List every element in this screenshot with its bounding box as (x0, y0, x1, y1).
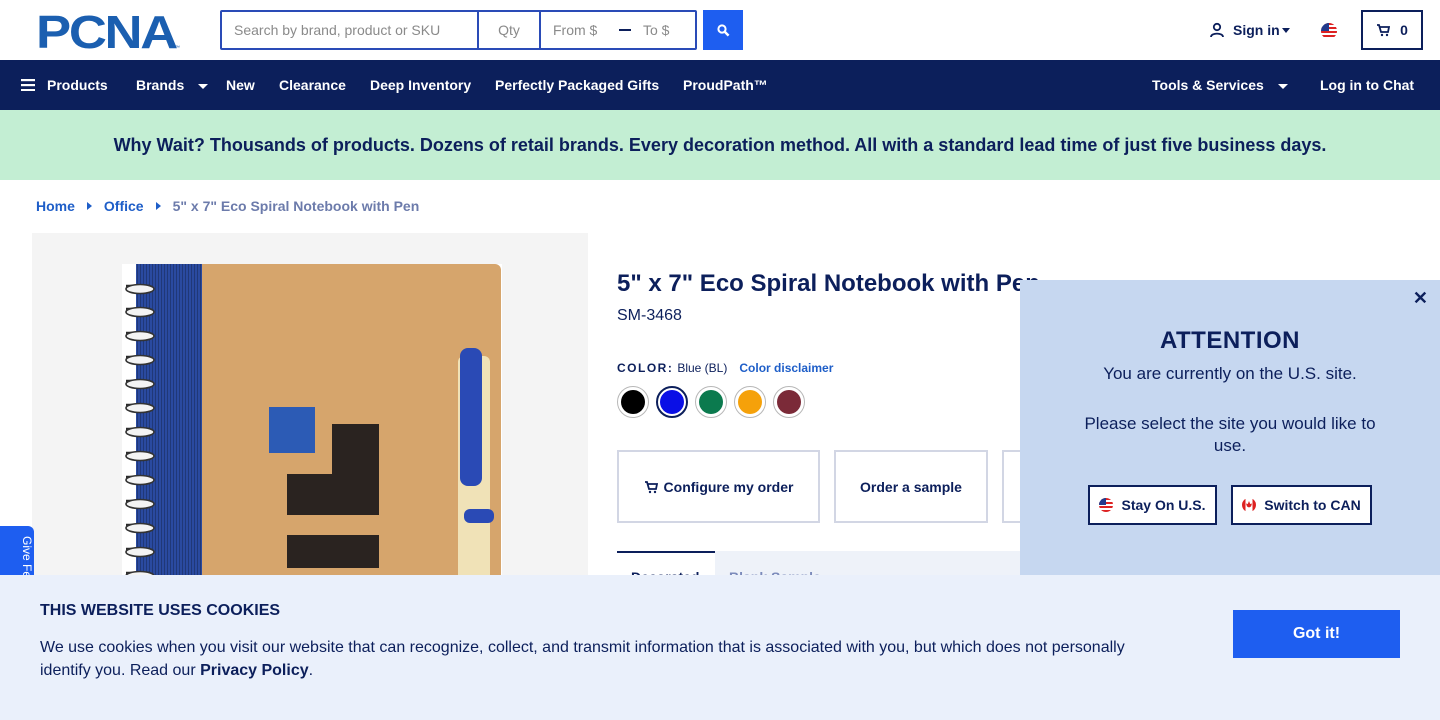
search-field-wrap (222, 12, 479, 48)
breadcrumb: Home Office 5" x 7" Eco Spiral Notebook … (36, 198, 419, 214)
price-range-separator (619, 29, 631, 31)
top-header: PCNA ™ Sign in 0 (0, 0, 1440, 60)
main-nav: Products Brands New Clearance Deep Inven… (0, 60, 1440, 110)
color-disclaimer-link[interactable]: Color disclaimer (739, 361, 833, 375)
accept-cookies-button[interactable]: Got it! (1233, 610, 1400, 658)
color-swatch-fill (660, 390, 684, 414)
configure-order-label: Configure my order (663, 478, 794, 495)
price-to-input[interactable] (643, 22, 693, 38)
user-icon (1210, 22, 1224, 38)
qty-field-wrap (479, 12, 541, 48)
order-sample-button[interactable]: Order a sample (834, 450, 988, 523)
nav-login-chat[interactable]: Log in to Chat (1320, 60, 1414, 110)
chevron-down-icon (1281, 27, 1290, 33)
search-icon (716, 23, 729, 36)
promo-text: Why Wait? Thousands of products. Dozens … (113, 134, 1327, 155)
color-swatch-fill (621, 390, 645, 414)
nav-brands-label: Brands (136, 77, 185, 93)
cart-count: 0 (1400, 22, 1408, 38)
logo-text: PCNA (36, 11, 177, 51)
product-image[interactable] (32, 233, 588, 633)
color-swatch-fill (738, 390, 762, 414)
color-swatch-green[interactable] (695, 386, 727, 418)
nav-proudpath[interactable]: ProudPath™ (683, 60, 768, 110)
order-sample-label: Order a sample (860, 478, 962, 495)
chevron-down-icon (198, 83, 209, 89)
attention-heading: ATTENTION (1159, 327, 1301, 354)
switch-can-button[interactable]: Switch to CAN (1231, 485, 1372, 525)
nav-products[interactable]: Products (21, 60, 108, 110)
color-swatch-orange[interactable] (734, 386, 766, 418)
nav-new-label: New (226, 77, 255, 93)
nav-tools-services-label: Tools & Services (1152, 77, 1264, 93)
cookie-banner: THIS WEBSITE USES COOKIES We use cookies… (0, 575, 1440, 720)
cookie-text: We use cookies when you visit our websit… (40, 636, 1160, 682)
switch-can-label: Switch to CAN (1264, 497, 1361, 513)
cart-icon (644, 480, 658, 493)
cookie-text-end: . (308, 662, 314, 679)
breadcrumb-office[interactable]: Office (104, 198, 144, 214)
price-range (541, 12, 695, 48)
chevron-right-icon (86, 202, 92, 210)
price-from-input[interactable] (553, 22, 605, 38)
attention-message-select: Please select the site you would like to… (1084, 414, 1376, 455)
nav-deep-inventory[interactable]: Deep Inventory (370, 60, 471, 110)
color-row: COLOR: Blue (BL) Color disclaimer (617, 361, 833, 375)
qty-input[interactable] (479, 22, 539, 38)
product-image-panel (32, 233, 588, 633)
nav-tools-services[interactable]: Tools & Services (1152, 60, 1288, 110)
svg-text:™: ™ (175, 45, 180, 51)
search-button[interactable] (703, 10, 743, 50)
us-flag-icon[interactable] (1321, 23, 1337, 39)
close-icon[interactable]: ✕ (1413, 288, 1428, 309)
chevron-down-icon (1277, 83, 1288, 89)
nav-new[interactable]: New (226, 60, 255, 110)
breadcrumb-home[interactable]: Home (36, 198, 75, 214)
cookie-heading: THIS WEBSITE USES COOKIES (40, 602, 281, 619)
promo-banner: Why Wait? Thousands of products. Dozens … (0, 110, 1440, 180)
breadcrumb-current: 5" x 7" Eco Spiral Notebook with Pen (172, 198, 420, 214)
nav-perfectly-packaged[interactable]: Perfectly Packaged Gifts (495, 60, 659, 110)
stay-us-label: Stay On U.S. (1121, 497, 1206, 513)
cart-button[interactable]: 0 (1361, 10, 1423, 50)
stay-us-button[interactable]: Stay On U.S. (1088, 485, 1217, 525)
sign-in-label: Sign in (1233, 22, 1280, 38)
cart-icon (1377, 24, 1391, 37)
feedback-tab-label: Give Fe (20, 536, 34, 579)
sign-in-button[interactable]: Sign in (1209, 22, 1290, 38)
color-swatches (617, 386, 805, 418)
product-sku: SM-3468 (617, 307, 682, 324)
nav-login-chat-label: Log in to Chat (1320, 77, 1415, 93)
canada-flag-icon (1242, 498, 1257, 512)
color-swatch-blue[interactable] (656, 386, 688, 418)
nav-proudpath-label: ProudPath™ (683, 77, 768, 93)
product-title: 5" x 7" Eco Spiral Notebook with Pen (617, 270, 1040, 297)
menu-icon (21, 79, 35, 91)
nav-products-label: Products (47, 77, 108, 93)
nav-clearance-label: Clearance (279, 77, 346, 93)
color-swatch-burgundy[interactable] (773, 386, 805, 418)
us-flag-icon (1099, 498, 1114, 512)
color-swatch-fill (699, 390, 723, 414)
nav-deep-inventory-label: Deep Inventory (370, 77, 472, 93)
nav-clearance[interactable]: Clearance (279, 60, 346, 110)
color-value: Blue (BL) (677, 361, 728, 375)
site-selection-modal: ✕ ATTENTION You are currently on the U.S… (1020, 280, 1440, 580)
attention-message-current: You are currently on the U.S. site. (1103, 364, 1357, 383)
configure-order-button[interactable]: Configure my order (617, 450, 820, 523)
pcna-logo[interactable]: PCNA ™ (36, 11, 184, 51)
nav-brands[interactable]: Brands (136, 60, 209, 110)
privacy-policy-link[interactable]: Privacy Policy (200, 662, 309, 679)
search-bar (220, 10, 697, 50)
chevron-right-icon (155, 202, 161, 210)
color-swatch-black[interactable] (617, 386, 649, 418)
color-swatch-fill (777, 390, 801, 414)
nav-perfectly-packaged-label: Perfectly Packaged Gifts (495, 77, 660, 93)
search-input[interactable] (234, 22, 477, 38)
color-label: COLOR: (617, 361, 674, 375)
